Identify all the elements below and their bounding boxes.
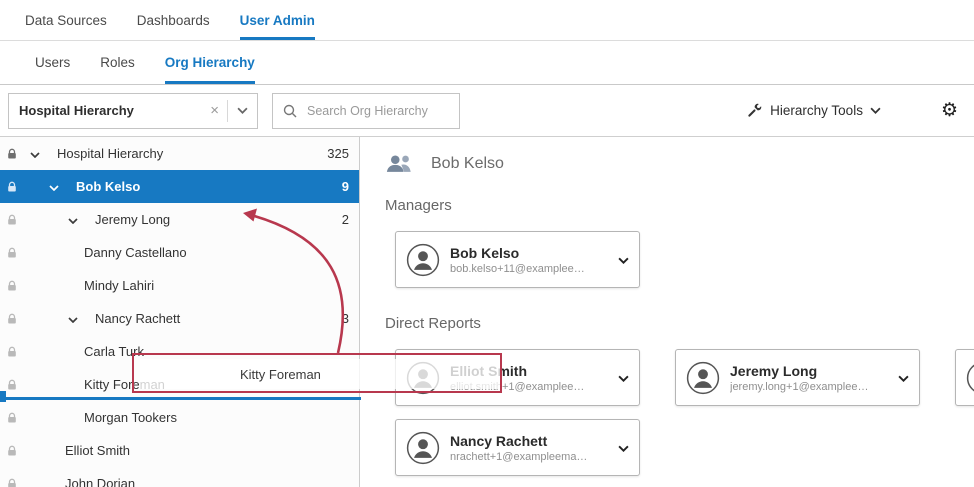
sub-nav: Users Roles Org Hierarchy: [0, 41, 974, 85]
detail-title: Bob Kelso: [431, 155, 504, 173]
person-email: jeremy.long+1@examplee…: [730, 381, 892, 393]
chevron-down-icon[interactable]: [49, 179, 59, 194]
chevron-down-icon[interactable]: [618, 369, 629, 387]
lock-icon[interactable]: [6, 280, 18, 292]
tree-row[interactable]: Danny Castellano: [0, 236, 359, 269]
avatar: [406, 431, 440, 465]
nav-item-data-sources[interactable]: Data Sources: [25, 0, 107, 40]
lock-icon[interactable]: [6, 412, 18, 424]
lock-icon[interactable]: [6, 346, 18, 358]
toolbar: Hospital Hierarchy × Hierarchy Tools ⚙: [0, 85, 974, 137]
chevron-down-icon: [870, 107, 881, 114]
tree-row-label: Danny Castellano: [84, 245, 187, 260]
person-name: Nancy Rachett: [450, 433, 612, 449]
lock-icon[interactable]: [6, 478, 18, 487]
chevron-down-icon[interactable]: [898, 369, 909, 387]
tree-row-label: Morgan Tookers: [84, 410, 177, 425]
search-input[interactable]: [305, 103, 459, 119]
chevron-down-icon[interactable]: [618, 251, 629, 269]
org-tree: Hospital Hierarchy 325 Bob Kelso 9 Jerem…: [0, 137, 360, 487]
person-name: Jeremy Long: [730, 363, 892, 379]
tree-row-label: Nancy Rachett: [95, 311, 180, 326]
chevron-down-icon[interactable]: [228, 107, 257, 114]
manager-card[interactable]: Bob Kelso bob.kelso+11@examplee…: [395, 231, 640, 288]
direct-report-card[interactable]: Nancy Rachett nrachett+1@exampleema…: [395, 419, 640, 476]
person-email: bob.kelso+11@examplee…: [450, 263, 612, 275]
lock-icon[interactable]: [6, 181, 18, 193]
tree-row-selected[interactable]: Bob Kelso 9: [0, 170, 359, 203]
direct-report-card-partial[interactable]: [955, 349, 974, 406]
hierarchy-select-value: Hospital Hierarchy: [9, 103, 202, 118]
org-search: [272, 93, 460, 129]
person-email: nrachett+1@exampleema…: [450, 451, 612, 463]
drag-ghost-label: Kitty Foreman: [240, 367, 321, 382]
nav-item-dashboards[interactable]: Dashboards: [137, 0, 210, 40]
lock-icon[interactable]: [6, 379, 18, 391]
managers-section-label: Managers: [385, 197, 452, 214]
tree-row[interactable]: Morgan Tookers: [0, 401, 359, 434]
chevron-down-icon[interactable]: [618, 439, 629, 457]
tree-row-count: 325: [327, 146, 349, 161]
drop-indicator-line: [0, 397, 361, 400]
hierarchy-tools-label: Hierarchy Tools: [770, 103, 863, 118]
lock-icon[interactable]: [6, 313, 18, 325]
tab-org-hierarchy[interactable]: Org Hierarchy: [165, 41, 255, 84]
tree-row[interactable]: Mindy Lahiri: [0, 269, 359, 302]
tree-row-label: John Dorian: [65, 476, 135, 487]
tree-row[interactable]: Elliot Smith: [0, 434, 359, 467]
person-name: Bob Kelso: [450, 245, 612, 261]
clear-icon[interactable]: ×: [202, 102, 227, 119]
tree-row[interactable]: John Dorian: [0, 467, 359, 487]
lock-icon[interactable]: [6, 148, 18, 160]
tree-row[interactable]: Jeremy Long 2: [0, 203, 359, 236]
nav-item-user-admin[interactable]: User Admin: [240, 0, 315, 40]
chevron-down-icon[interactable]: [68, 311, 78, 326]
search-icon: [283, 104, 297, 118]
gear-icon[interactable]: ⚙: [941, 101, 958, 120]
tab-users[interactable]: Users: [35, 41, 70, 84]
lock-icon[interactable]: [6, 214, 18, 226]
tree-row[interactable]: Nancy Rachett 3: [0, 302, 359, 335]
drag-ghost: Kitty Foreman: [140, 359, 500, 389]
tree-row-label: Jeremy Long: [95, 212, 170, 227]
hierarchy-select[interactable]: Hospital Hierarchy ×: [8, 93, 258, 129]
tree-row-count: 2: [342, 212, 349, 227]
wrench-icon: [747, 103, 762, 118]
chevron-down-icon[interactable]: [68, 212, 78, 227]
hierarchy-tools-button[interactable]: Hierarchy Tools: [747, 103, 881, 118]
lock-icon[interactable]: [6, 247, 18, 259]
tree-row-label: Carla Turk: [84, 344, 144, 359]
tree-row-label: Elliot Smith: [65, 443, 130, 458]
direct-report-card[interactable]: Jeremy Long jeremy.long+1@examplee…: [675, 349, 920, 406]
detail-panel: Bob Kelso Managers Bob Kelso bob.kelso+1…: [360, 137, 974, 487]
tree-row-label: Bob Kelso: [76, 179, 140, 194]
avatar: [406, 243, 440, 277]
tree-row-count: 3: [342, 311, 349, 326]
tree-row-label: Mindy Lahiri: [84, 278, 154, 293]
avatar: [686, 361, 720, 395]
chevron-down-icon[interactable]: [30, 146, 40, 161]
avatar: [966, 361, 974, 395]
tree-row-count: 9: [342, 179, 349, 194]
tree-row[interactable]: Hospital Hierarchy 325: [0, 137, 359, 170]
direct-reports-section-label: Direct Reports: [385, 315, 481, 332]
tab-roles[interactable]: Roles: [100, 41, 135, 84]
group-icon: [385, 153, 413, 174]
detail-header: Bob Kelso: [385, 153, 504, 174]
lock-icon[interactable]: [6, 445, 18, 457]
tree-row-label: Hospital Hierarchy: [57, 146, 163, 161]
top-nav: Data Sources Dashboards User Admin: [0, 0, 974, 41]
content: Hospital Hierarchy 325 Bob Kelso 9 Jerem…: [0, 137, 974, 487]
